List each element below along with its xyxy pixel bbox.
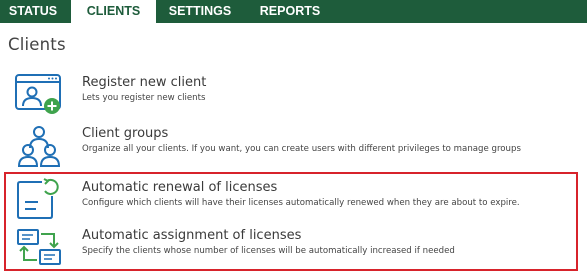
license-assignment-icon	[14, 226, 64, 270]
client-groups-option[interactable]: Client groups Organize all your clients.…	[12, 124, 582, 168]
item-label: Register new client	[82, 75, 207, 90]
page-title: Clients	[8, 35, 66, 54]
item-label: Automatic renewal of licenses	[82, 180, 278, 195]
item-label: Automatic assignment of licenses	[82, 228, 302, 243]
tab-status[interactable]: STATUS	[0, 0, 66, 23]
automatic-assignment-option[interactable]: Automatic assignment of licenses Specify…	[12, 226, 582, 270]
tab-clients[interactable]: CLIENTS	[71, 0, 156, 24]
item-description: Configure which clients will have their …	[82, 198, 520, 208]
automatic-renewal-option[interactable]: Automatic renewal of licenses Configure …	[12, 178, 582, 222]
tab-settings[interactable]: SETTINGS	[160, 0, 240, 23]
top-nav-bar: STATUS CLIENTS SETTINGS REPORTS	[0, 0, 587, 24]
register-client-icon	[14, 73, 64, 117]
tab-reports[interactable]: REPORTS	[250, 0, 330, 23]
client-groups-icon	[14, 124, 64, 168]
register-new-client-option[interactable]: Register new client Lets you register ne…	[12, 73, 582, 117]
item-description: Organize all your clients. If you want, …	[82, 144, 521, 154]
item-label: Client groups	[82, 126, 169, 141]
item-description: Lets you register new clients	[82, 93, 206, 103]
item-description: Specify the clients whose number of lice…	[82, 246, 455, 256]
license-renewal-icon	[14, 178, 64, 222]
